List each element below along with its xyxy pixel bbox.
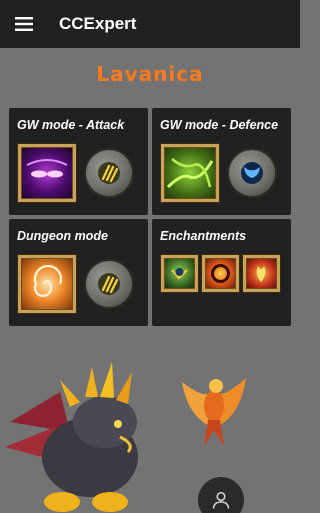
green-vines-skill-icon[interactable]: [161, 144, 219, 202]
phoenix-enchant-icon[interactable]: [243, 255, 280, 292]
yellow-claw-rune-icon[interactable]: [86, 261, 132, 307]
dragon-illustration: [0, 352, 170, 513]
blue-wings-rune-icon[interactable]: [229, 150, 275, 196]
hero-name: Lavanica: [96, 62, 204, 86]
gw-attack-card[interactable]: GW mode - Attack: [9, 108, 148, 215]
yellow-claw-rune-icon[interactable]: [86, 150, 132, 196]
card-title-gw-attack: GW mode - Attack: [17, 118, 125, 132]
user-profile-icon[interactable]: [198, 477, 244, 513]
green-hero-enchant-icon[interactable]: [161, 255, 198, 292]
card-title-dungeon: Dungeon mode: [17, 229, 108, 243]
gw-defence-card[interactable]: GW mode - Defence: [152, 108, 291, 215]
app-title: CCExpert: [59, 14, 137, 33]
dungeon-card[interactable]: Dungeon mode: [9, 219, 148, 326]
card-title-enchantments: Enchantments: [160, 229, 247, 243]
phoenix-illustration: [178, 358, 250, 450]
purple-glowing-eyes-skill-icon[interactable]: [18, 144, 76, 202]
fire-ring-enchant-icon[interactable]: [202, 255, 239, 292]
hamburger-menu-icon[interactable]: [0, 0, 48, 48]
app-bar: CCExpert: [0, 0, 300, 48]
card-title-gw-defence: GW mode - Defence: [160, 118, 279, 132]
orange-swirl-skill-icon[interactable]: [18, 255, 76, 313]
enchantments-card[interactable]: Enchantments: [152, 219, 291, 326]
